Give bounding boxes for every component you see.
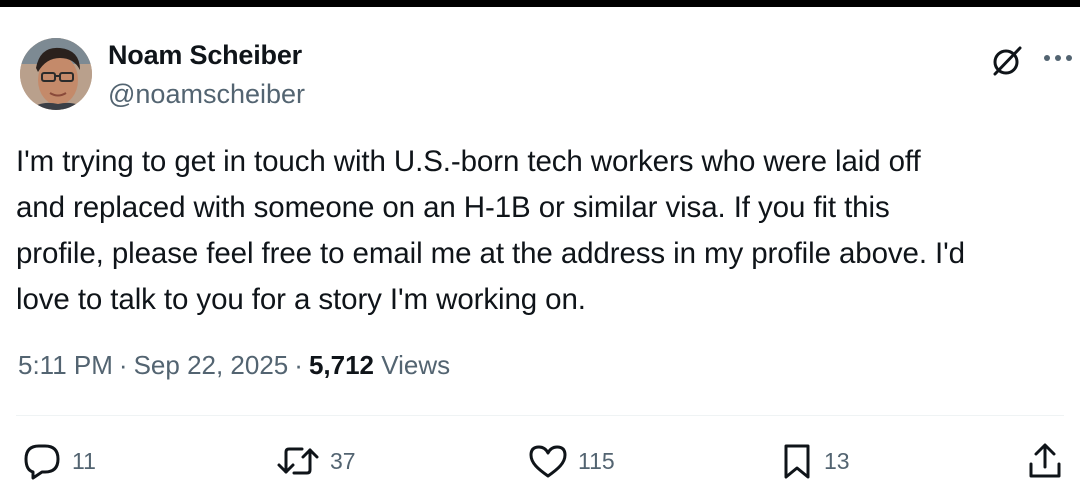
share-icon <box>1029 443 1061 478</box>
author-display-name[interactable]: Noam Scheiber <box>108 40 302 71</box>
tweet-text: I'm trying to get in touch with U.S.-bor… <box>16 139 1066 323</box>
like-count: 115 <box>578 447 615 474</box>
tweet-text-line: and replaced with someone on an H-1B or … <box>16 191 890 224</box>
bookmark-icon <box>784 444 810 479</box>
repost-icon <box>277 447 319 475</box>
tweet-meta: 5:11 PM · Sep 22, 2025 · 5,712 Views <box>18 350 450 381</box>
heart-icon <box>529 445 567 478</box>
tweet-text-line: profile, please feel free to email me at… <box>16 237 965 270</box>
reply-button[interactable]: 11 <box>22 442 96 480</box>
tweet-text-line: I'm trying to get in touch with U.S.-bor… <box>16 145 921 178</box>
avatar[interactable] <box>20 38 92 110</box>
tweet-date[interactable]: Sep 22, 2025 <box>134 350 289 380</box>
tweet-text-line: love to talk to you for a story I'm work… <box>16 283 586 316</box>
tweet-time[interactable]: 5:11 PM <box>18 350 113 380</box>
grok-icon[interactable] <box>990 44 1024 78</box>
reply-count: 11 <box>72 447 96 474</box>
bookmark-count: 13 <box>824 447 850 474</box>
more-options-icon[interactable] <box>1040 40 1076 76</box>
like-button[interactable]: 115 <box>528 442 615 480</box>
views-count: 5,712 <box>308 350 375 380</box>
top-edge-bar <box>0 0 1080 7</box>
avatar-photo <box>20 38 92 110</box>
views-label: Views <box>381 350 451 380</box>
repost-count: 37 <box>330 447 356 474</box>
repost-button[interactable]: 37 <box>276 442 356 480</box>
reply-icon <box>24 444 60 480</box>
divider <box>16 415 1064 416</box>
meta-separator: · <box>118 350 128 380</box>
bookmark-button[interactable]: 13 <box>780 442 850 480</box>
author-handle[interactable]: @noamscheiber <box>108 79 305 110</box>
share-button[interactable] <box>1026 442 1064 480</box>
meta-separator: · <box>294 350 303 380</box>
